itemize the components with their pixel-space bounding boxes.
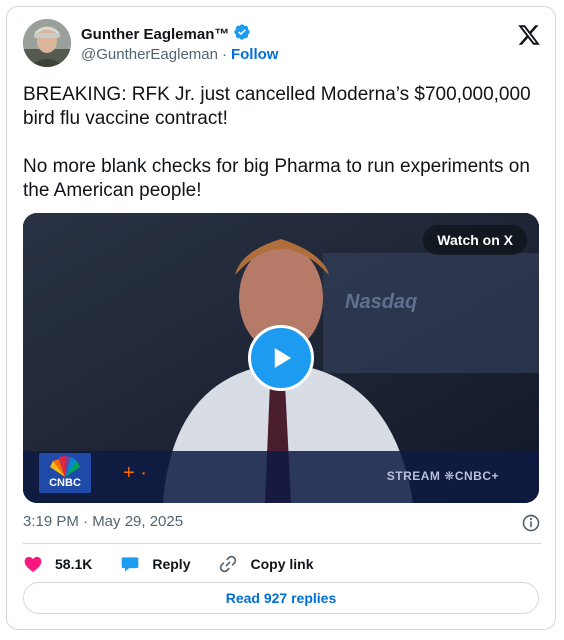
like-count: 58.1K [55,556,93,572]
cnbc-logo-text: CNBC [49,477,81,489]
reply-bubble-icon [120,554,140,574]
watch-on-x-button[interactable]: Watch on X [423,225,527,255]
action-bar: 58.1K Reply Copy link [23,552,342,576]
svg-text:+ ·: + · [123,462,147,484]
tweet-text: BREAKING: RFK Jr. just cancelled Moderna… [23,84,531,201]
play-button[interactable] [248,325,314,391]
timestamp-row: 3:19 PM · May 29, 2025 [23,513,541,533]
read-replies-button[interactable]: Read 927 replies [23,582,539,614]
copy-link-button[interactable]: Copy link [218,554,314,574]
cnbc-logo-icon: CNBC [39,453,91,493]
author-display-name[interactable]: Gunther Eagleman™ [81,26,229,43]
copy-link-label: Copy link [250,556,314,572]
info-icon[interactable] [521,513,541,533]
tweet-header: Gunther Eagleman™ @GuntherEagleman · Follo… [23,19,541,69]
video-thumbnail[interactable]: + · Nasdaq CNBC STREAM ❋CNBC+ Watch on X [23,213,539,503]
heart-icon [23,554,43,574]
follow-button[interactable]: Follow [231,46,279,63]
avatar[interactable] [23,19,71,67]
play-icon [274,348,291,368]
reply-button[interactable]: Reply [120,554,190,574]
reply-label: Reply [152,556,191,572]
verified-badge-icon [233,23,251,46]
name-row: Gunther Eagleman™ [81,23,251,46]
stream-cnbc-label: STREAM ❋CNBC+ [386,469,499,483]
divider [23,543,541,544]
handle-row: @GuntherEagleman · Follow [81,46,278,63]
link-icon [218,554,238,574]
like-button[interactable]: 58.1K [23,554,92,574]
tweet-embed-card: Gunther Eagleman™ @GuntherEagleman · Follo… [6,6,556,630]
tweet-timestamp[interactable]: 3:19 PM · May 29, 2025 [23,513,183,530]
separator-dot: · [221,46,227,63]
nasdaq-sign-text: Nasdaq [345,291,418,313]
x-logo-icon[interactable] [517,23,541,47]
author-handle[interactable]: @GuntherEagleman [81,46,218,63]
